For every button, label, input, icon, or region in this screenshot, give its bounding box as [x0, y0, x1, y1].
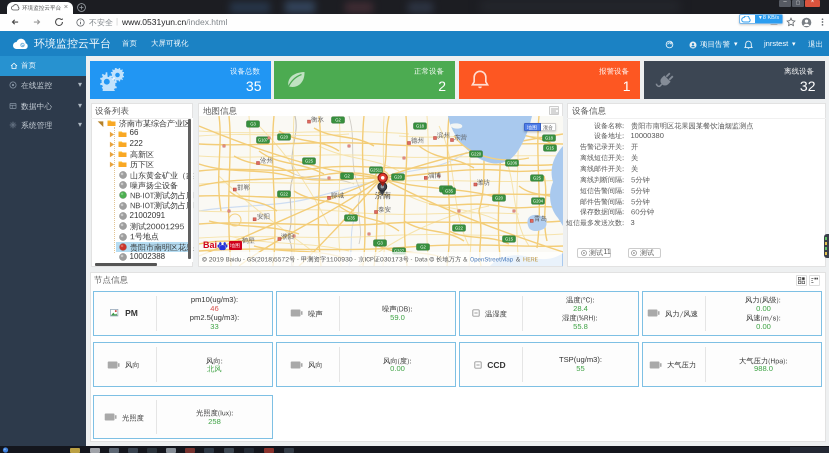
- svg-text:G2511: G2511: [369, 168, 382, 173]
- svg-text:G20: G20: [394, 175, 403, 180]
- svg-text:G2: G2: [420, 245, 426, 250]
- svg-text:G15: G15: [505, 237, 514, 242]
- svg-text:G18: G18: [416, 124, 425, 129]
- svg-text:G15: G15: [546, 146, 555, 151]
- svg-text:G2: G2: [335, 118, 341, 123]
- svg-text:G35: G35: [347, 216, 356, 221]
- svg-text:G22: G22: [455, 226, 464, 231]
- svg-text:G18: G18: [545, 136, 554, 141]
- svg-text:G3: G3: [377, 241, 383, 246]
- svg-text:G206: G206: [506, 161, 517, 166]
- svg-text:G20: G20: [495, 196, 504, 201]
- svg-text:G35: G35: [445, 189, 454, 194]
- svg-text:G107: G107: [257, 138, 268, 143]
- svg-text:G25: G25: [533, 176, 542, 181]
- svg-text:G2: G2: [344, 174, 350, 179]
- svg-text:G3: G3: [250, 122, 256, 127]
- svg-text:G25: G25: [305, 159, 314, 164]
- svg-text:G204: G204: [532, 199, 543, 204]
- svg-text:G20: G20: [280, 135, 289, 140]
- svg-text:G22: G22: [280, 192, 289, 197]
- svg-text:G220: G220: [470, 152, 481, 157]
